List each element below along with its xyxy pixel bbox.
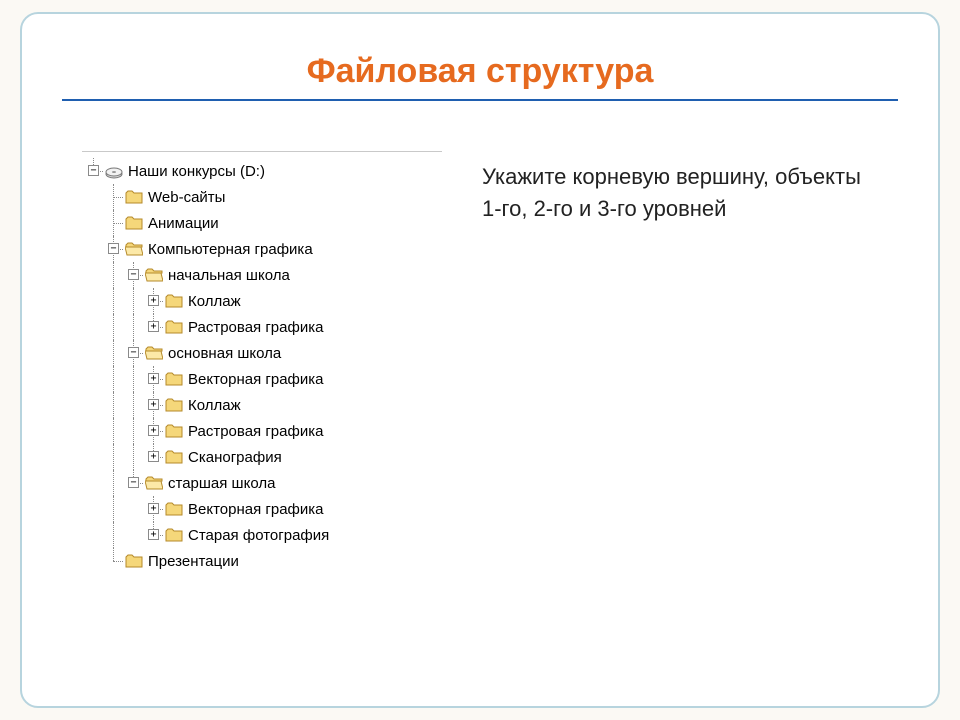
node-label: Коллаж	[188, 293, 241, 310]
drive-icon	[104, 162, 124, 180]
folder-icon	[164, 370, 184, 388]
folder-icon	[164, 292, 184, 310]
expander-minus-icon[interactable]: −	[128, 269, 139, 280]
expander-plus-icon[interactable]: +	[148, 373, 159, 384]
node-label: Коллаж	[188, 397, 241, 414]
tree-node[interactable]: − Компьютерная графика	[84, 236, 442, 262]
tree-node[interactable]: − старшая школа	[84, 470, 442, 496]
node-label: Анимации	[148, 215, 219, 232]
tree-node[interactable]: − основная школа	[84, 340, 442, 366]
node-label: начальная школа	[168, 267, 290, 284]
slide-title: Файловая структура	[62, 52, 898, 91]
tree-node[interactable]: Web-сайты	[84, 184, 442, 210]
expander-plus-icon[interactable]: +	[148, 529, 159, 540]
node-label: Наши конкурсы (D:)	[128, 163, 265, 180]
tree-node[interactable]: + Коллаж	[84, 288, 442, 314]
tree-node[interactable]: + Векторная графика	[84, 496, 442, 522]
folder-icon	[164, 422, 184, 440]
title-area: Файловая структура	[22, 14, 938, 111]
tree-node[interactable]: + Растровая графика	[84, 418, 442, 444]
node-label: Растровая графика	[188, 423, 323, 440]
folder-icon	[164, 526, 184, 544]
expander-minus-icon[interactable]: −	[128, 347, 139, 358]
node-label: Сканография	[188, 449, 282, 466]
expander-minus-icon[interactable]: −	[108, 243, 119, 254]
folder-icon	[124, 214, 144, 232]
node-label: основная школа	[168, 345, 281, 362]
folder-open-icon	[144, 344, 164, 362]
tree-node[interactable]: + Сканография	[84, 444, 442, 470]
expander-plus-icon[interactable]: +	[148, 399, 159, 410]
node-label: Старая фотография	[188, 527, 329, 544]
folder-open-icon	[144, 474, 164, 492]
node-label: Web-сайты	[148, 189, 225, 206]
expander-plus-icon[interactable]: +	[148, 295, 159, 306]
expander-minus-icon[interactable]: −	[128, 477, 139, 488]
task-text-panel: Укажите корневую вершину, объекты 1-го, …	[442, 151, 898, 580]
node-label: Презентации	[148, 553, 239, 570]
tree-node-root[interactable]: − Наши конкурсы (D:)	[84, 158, 442, 184]
node-label: Растровая графика	[188, 319, 323, 336]
folder-icon	[164, 448, 184, 466]
tree-node[interactable]: + Векторная графика	[84, 366, 442, 392]
node-label: Компьютерная графика	[148, 241, 313, 258]
expander-plus-icon[interactable]: +	[148, 321, 159, 332]
folder-open-icon	[144, 266, 164, 284]
folder-icon	[164, 318, 184, 336]
folder-open-icon	[124, 240, 144, 258]
node-label: старшая школа	[168, 475, 275, 492]
tree-node[interactable]: + Коллаж	[84, 392, 442, 418]
expander-minus-icon[interactable]: −	[88, 165, 99, 176]
tree-node[interactable]: + Растровая графика	[84, 314, 442, 340]
expander-plus-icon[interactable]: +	[148, 451, 159, 462]
node-label: Векторная графика	[188, 371, 324, 388]
tree-node[interactable]: + Старая фотография	[84, 522, 442, 548]
expander-plus-icon[interactable]: +	[148, 425, 159, 436]
slide-frame: Файловая структура − Наши конкурсы (D:)	[20, 12, 940, 708]
folder-icon	[124, 188, 144, 206]
folder-icon	[124, 552, 144, 570]
tree-node[interactable]: − начальная школа	[84, 262, 442, 288]
folder-icon	[164, 500, 184, 518]
tree-node[interactable]: Презентации	[84, 548, 442, 574]
file-tree: − Наши конкурсы (D:) Web-сайты	[82, 151, 442, 580]
title-underline	[62, 99, 898, 101]
expander-plus-icon[interactable]: +	[148, 503, 159, 514]
node-label: Векторная графика	[188, 501, 324, 518]
folder-icon	[164, 396, 184, 414]
content-area: − Наши конкурсы (D:) Web-сайты	[22, 111, 938, 580]
task-text: Укажите корневую вершину, объекты 1-го, …	[482, 161, 868, 225]
tree-node[interactable]: Анимации	[84, 210, 442, 236]
